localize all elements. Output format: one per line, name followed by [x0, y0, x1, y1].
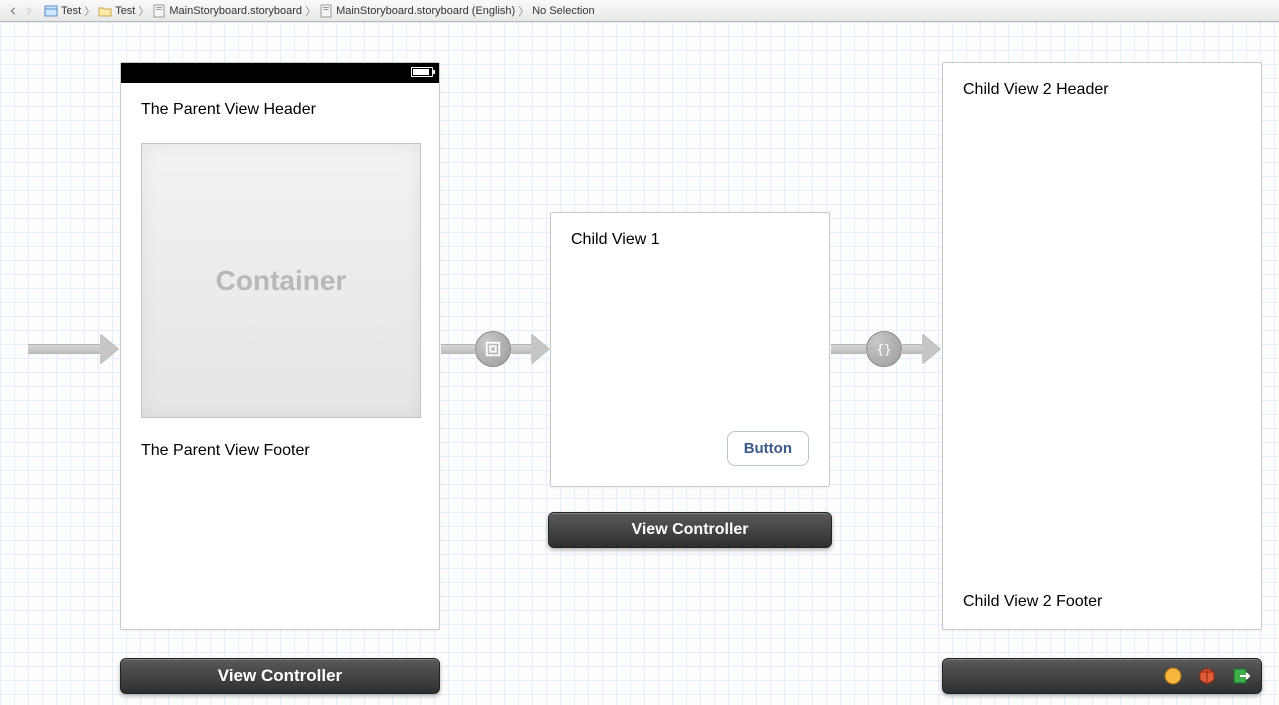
jump-bar: Test 〉 Test 〉 MainStoryboard.storyboard … [0, 0, 1279, 22]
custom-segue-icon[interactable]: {} [866, 331, 902, 367]
svg-text:{}: {} [876, 342, 891, 357]
breadcrumb-label: Test [61, 5, 81, 17]
chevron-right-icon: 〉 [138, 3, 149, 19]
parent-footer-label: The Parent View Footer [141, 442, 419, 460]
battery-icon [411, 67, 433, 77]
child2-header-label: Child View 2 Header [963, 81, 1241, 99]
folder-icon [98, 4, 112, 18]
storyboard-icon [152, 4, 166, 18]
breadcrumb-label: No Selection [532, 5, 594, 17]
button-label: Button [744, 440, 792, 457]
parent-header-label: The Parent View Header [141, 101, 419, 119]
parent-view-controller-scene[interactable]: The Parent View Header Container The Par… [120, 62, 440, 630]
status-bar [121, 63, 439, 83]
project-icon [44, 4, 58, 18]
nav-back-icon[interactable] [6, 4, 20, 18]
initial-scene-arrow[interactable] [28, 334, 118, 364]
segue-arrow[interactable] [511, 334, 549, 364]
nav-forward-icon[interactable] [22, 4, 36, 18]
breadcrumb-label: MainStoryboard.storyboard (English) [336, 5, 515, 17]
chevron-right-icon: 〉 [305, 3, 316, 19]
child-view-2-scene[interactable]: Child View 2 Header Child View 2 Footer [942, 62, 1262, 630]
dock-title: View Controller [631, 521, 748, 539]
container-placeholder-label: Container [216, 265, 347, 297]
child2-footer-label: Child View 2 Footer [963, 593, 1241, 611]
scene-dock[interactable] [942, 658, 1262, 694]
child1-button[interactable]: Button [727, 431, 809, 466]
breadcrumb-item[interactable]: MainStoryboard.storyboard (English) [319, 4, 515, 18]
exit-icon[interactable] [1231, 666, 1251, 686]
chevron-right-icon: 〉 [84, 3, 95, 19]
storyboard-canvas[interactable]: The Parent View Header Container The Par… [0, 22, 1279, 705]
child1-title-label: Child View 1 [571, 231, 809, 249]
breadcrumb-item[interactable]: No Selection [532, 5, 594, 17]
container-view[interactable]: Container [141, 143, 421, 418]
segue-arrow[interactable] [902, 334, 940, 364]
breadcrumb-item[interactable]: Test [44, 4, 81, 18]
dock-title: View Controller [218, 666, 342, 686]
scene-dock[interactable]: View Controller [548, 512, 832, 548]
embed-segue-icon[interactable] [475, 331, 511, 367]
chevron-right-icon: 〉 [518, 3, 529, 19]
cube-icon[interactable] [1197, 666, 1217, 686]
storyboard-icon [319, 4, 333, 18]
breadcrumb-label: Test [115, 5, 135, 17]
first-responder-icon[interactable] [1163, 666, 1183, 686]
segue-arrow[interactable] [441, 334, 475, 364]
scene-dock[interactable]: View Controller [120, 658, 440, 694]
breadcrumb-label: MainStoryboard.storyboard [169, 5, 302, 17]
segue-arrow[interactable] [831, 334, 866, 364]
breadcrumb-item[interactable]: MainStoryboard.storyboard [152, 4, 302, 18]
child-view-1-scene[interactable]: Child View 1 Button [550, 212, 830, 487]
breadcrumb-item[interactable]: Test [98, 4, 135, 18]
